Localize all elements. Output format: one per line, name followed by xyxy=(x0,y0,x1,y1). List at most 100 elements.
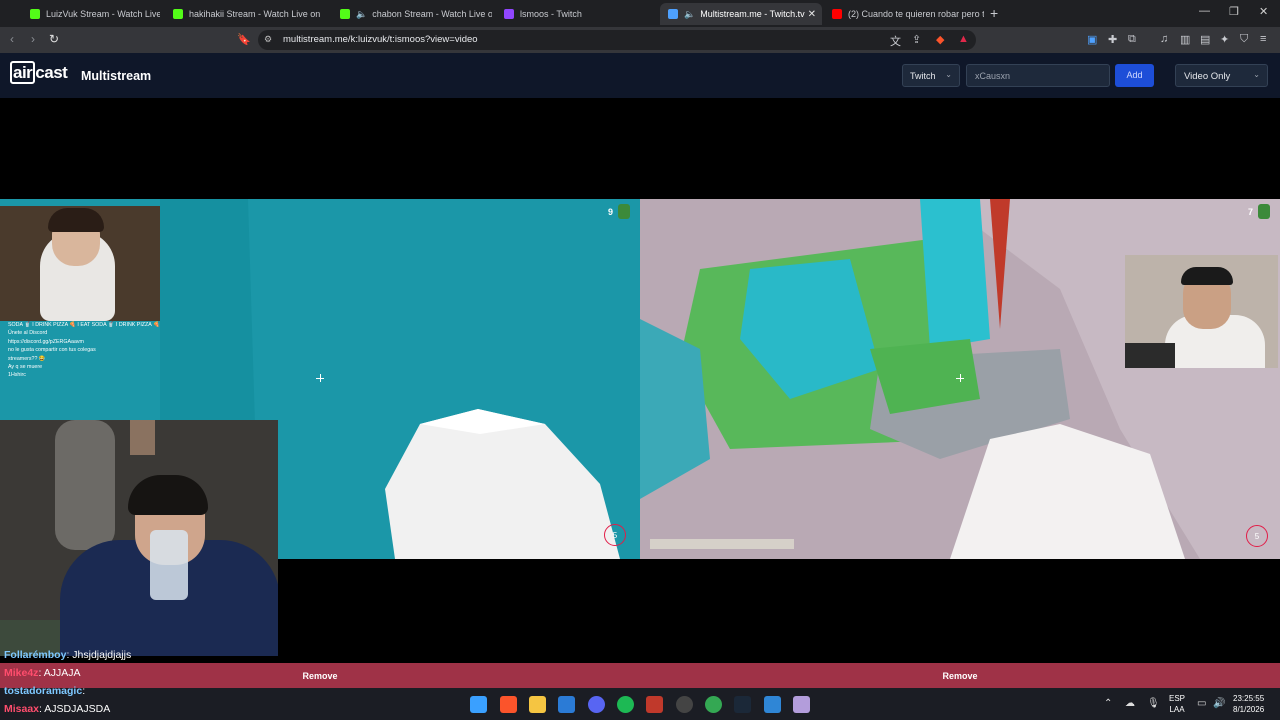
view-mode-select[interactable]: Video Only ⌄ xyxy=(1175,64,1268,87)
file-explorer-icon[interactable] xyxy=(529,696,546,713)
network-icon[interactable]: ▭ xyxy=(1197,698,1206,709)
browser-tab[interactable]: lsmoos - Twitch xyxy=(496,3,656,25)
system-clock[interactable]: 23:25:55 8/1/2026 xyxy=(1233,693,1264,715)
chevron-up-icon[interactable]: ⌃ xyxy=(1104,698,1112,709)
stream-player-right[interactable]: 7 5 xyxy=(640,199,1280,559)
menu-icon[interactable]: ≡ xyxy=(1260,33,1266,45)
minimize-icon[interactable]: — xyxy=(1199,5,1210,17)
app-icon[interactable] xyxy=(793,696,810,713)
tab-title: hakihakii Stream - Watch Live on xyxy=(189,9,320,19)
site-info-icon[interactable]: ⚙ xyxy=(264,34,272,45)
clock-date: 8/1/2026 xyxy=(1233,705,1265,714)
media-icon[interactable]: ♫ xyxy=(1160,33,1168,45)
wallet-icon[interactable]: ▤ xyxy=(1200,33,1210,46)
chat-line: SODA 🥤 I DRINK PIZZA 🍕 I EAT SODA 🥤 I DR… xyxy=(8,322,160,328)
multistream-icon xyxy=(668,9,678,19)
chat-text: : xyxy=(82,685,86,697)
chat-line: Únete al Discord xyxy=(8,330,48,337)
steam-icon[interactable] xyxy=(734,696,751,713)
aircast-logo[interactable]: air cast xyxy=(10,61,68,84)
close-window-icon[interactable]: ✕ xyxy=(1259,5,1268,18)
discord-icon[interactable] xyxy=(588,696,605,713)
kick-icon xyxy=(340,9,350,19)
chat-message: tostadoramagic: xyxy=(4,685,85,697)
spotify-icon[interactable] xyxy=(617,696,634,713)
cloud-icon[interactable]: ☁ xyxy=(1125,698,1135,709)
reload-icon[interactable]: ↻ xyxy=(49,32,59,46)
platform-select-value: Twitch xyxy=(910,71,936,81)
obs-icon[interactable] xyxy=(676,696,693,713)
browser-tab[interactable]: (2) Cuando te quieren robar pero tie xyxy=(824,3,984,25)
speaker-icon: 🔈 xyxy=(684,8,696,19)
chat-username: Follarémboy xyxy=(4,649,67,661)
app-header: aircast Multistream Twitch ⌄ Add Video O… xyxy=(0,53,1280,98)
browser-tabstrip: LuizVuk Stream - Watch Live on K hakihak… xyxy=(0,0,1280,27)
logo-cast: cast xyxy=(35,63,68,82)
browser-tab-active[interactable]: 🔈 Multistream.me - Twitch.tv / K ✕ xyxy=(660,3,822,25)
language-indicator[interactable]: ESP LAA xyxy=(1169,693,1185,715)
close-tab-icon[interactable]: ✕ xyxy=(808,9,816,20)
chat-line: no le gusta compartir con tus colegas xyxy=(8,347,96,354)
tab-title: lsmoos - Twitch xyxy=(520,9,582,19)
forward-icon[interactable]: › xyxy=(31,32,35,46)
volume-icon[interactable]: 🔊 xyxy=(1213,698,1225,709)
logo-air: air xyxy=(10,61,36,84)
channel-input[interactable] xyxy=(966,64,1110,87)
lang-top: ESP xyxy=(1169,694,1186,703)
sidebar-icon[interactable]: ▥ xyxy=(1180,33,1190,46)
new-tab-button[interactable]: + xyxy=(990,5,998,21)
kick-icon xyxy=(30,9,40,19)
add-button[interactable]: Add xyxy=(1115,64,1154,87)
tab-title: LuizVuk Stream - Watch Live on K xyxy=(46,9,160,19)
maximize-icon[interactable]: ❐ xyxy=(1229,5,1239,18)
vpn-icon[interactable]: ⛉ xyxy=(1240,33,1248,46)
brave-rewards-icon[interactable]: ▲ xyxy=(958,33,969,45)
screenshot-icon[interactable]: ⧉ xyxy=(1128,33,1136,46)
webcam-overlay xyxy=(1125,255,1278,368)
microphone-icon[interactable]: 🎙 xyxy=(1147,698,1160,709)
bookmark-icon[interactable]: 🔖 xyxy=(237,33,251,46)
speaker-icon: 🔈 xyxy=(356,8,368,19)
chat-line: streamers?? 😂 xyxy=(8,355,46,362)
chat-username: Misaax xyxy=(4,703,40,715)
browser-tab[interactable]: hakihakii Stream - Watch Live on xyxy=(165,3,320,25)
leo-ai-icon[interactable]: ✦ xyxy=(1220,33,1229,46)
address-bar[interactable]: ⚙ multistream.me/k:luizvuk/t:ismoos?view… xyxy=(258,30,976,50)
streams-grid: SODA 🥤 I DRINK PIZZA 🍕 I EAT SODA 🥤 I DR… xyxy=(0,98,1280,663)
chat-line: https://discord.gg/pZERGAaavm xyxy=(8,338,84,345)
translate-icon[interactable]: 文 xyxy=(890,33,901,49)
stream-chat-overlay: SODA 🥤 I DRINK PIZZA 🍕 I EAT SODA 🥤 I DR… xyxy=(0,321,165,417)
lang-bottom: LAA xyxy=(1169,705,1185,714)
ability-ring: 5 xyxy=(604,524,626,546)
player-avatar-icon xyxy=(618,204,630,219)
chat-line: Ay q se muere xyxy=(8,364,43,371)
url-text: multistream.me/k:luizvuk/t:ismoos?view=v… xyxy=(283,34,478,45)
start-icon[interactable] xyxy=(470,696,487,713)
share-icon[interactable]: ⇪ xyxy=(912,33,921,46)
chevron-down-icon: ⌄ xyxy=(945,70,952,79)
tab-title: Multistream.me - Twitch.tv / K xyxy=(700,9,805,19)
back-icon[interactable]: ‹ xyxy=(10,32,14,46)
brave-shields-icon[interactable]: ◆ xyxy=(936,33,944,46)
bing-icon[interactable] xyxy=(558,696,575,713)
view-mode-value: Video Only xyxy=(1184,71,1231,82)
chevron-down-icon: ⌄ xyxy=(1253,70,1260,79)
remove-stream-button[interactable]: Remove xyxy=(0,663,640,688)
tab-title: chabon Stream - Watch Live on K xyxy=(372,9,492,19)
platform-select[interactable]: Twitch ⌄ xyxy=(902,64,960,87)
chat-text: : AJJAJA xyxy=(38,667,81,679)
brave-browser-icon[interactable] xyxy=(500,696,517,713)
extension-icon[interactable]: ▣ xyxy=(1087,33,1097,46)
chrome-icon[interactable] xyxy=(705,696,722,713)
browser-tab[interactable]: LuizVuk Stream - Watch Live on K xyxy=(22,3,160,25)
shield-app-icon[interactable] xyxy=(764,696,781,713)
player-count: 9 xyxy=(608,207,614,217)
extensions-puzzle-icon[interactable]: ✚ xyxy=(1108,33,1117,46)
chat-text: : AJSDJAJSDA xyxy=(39,703,111,715)
browser-tab[interactable]: 🔈 chabon Stream - Watch Live on K xyxy=(332,3,492,25)
remove-stream-button[interactable]: Remove xyxy=(640,663,1280,688)
crosshair-icon xyxy=(316,374,324,382)
app-icon[interactable] xyxy=(646,696,663,713)
chat-username: tostadoramagic xyxy=(4,685,83,697)
ability-ring: 5 xyxy=(1246,525,1268,547)
